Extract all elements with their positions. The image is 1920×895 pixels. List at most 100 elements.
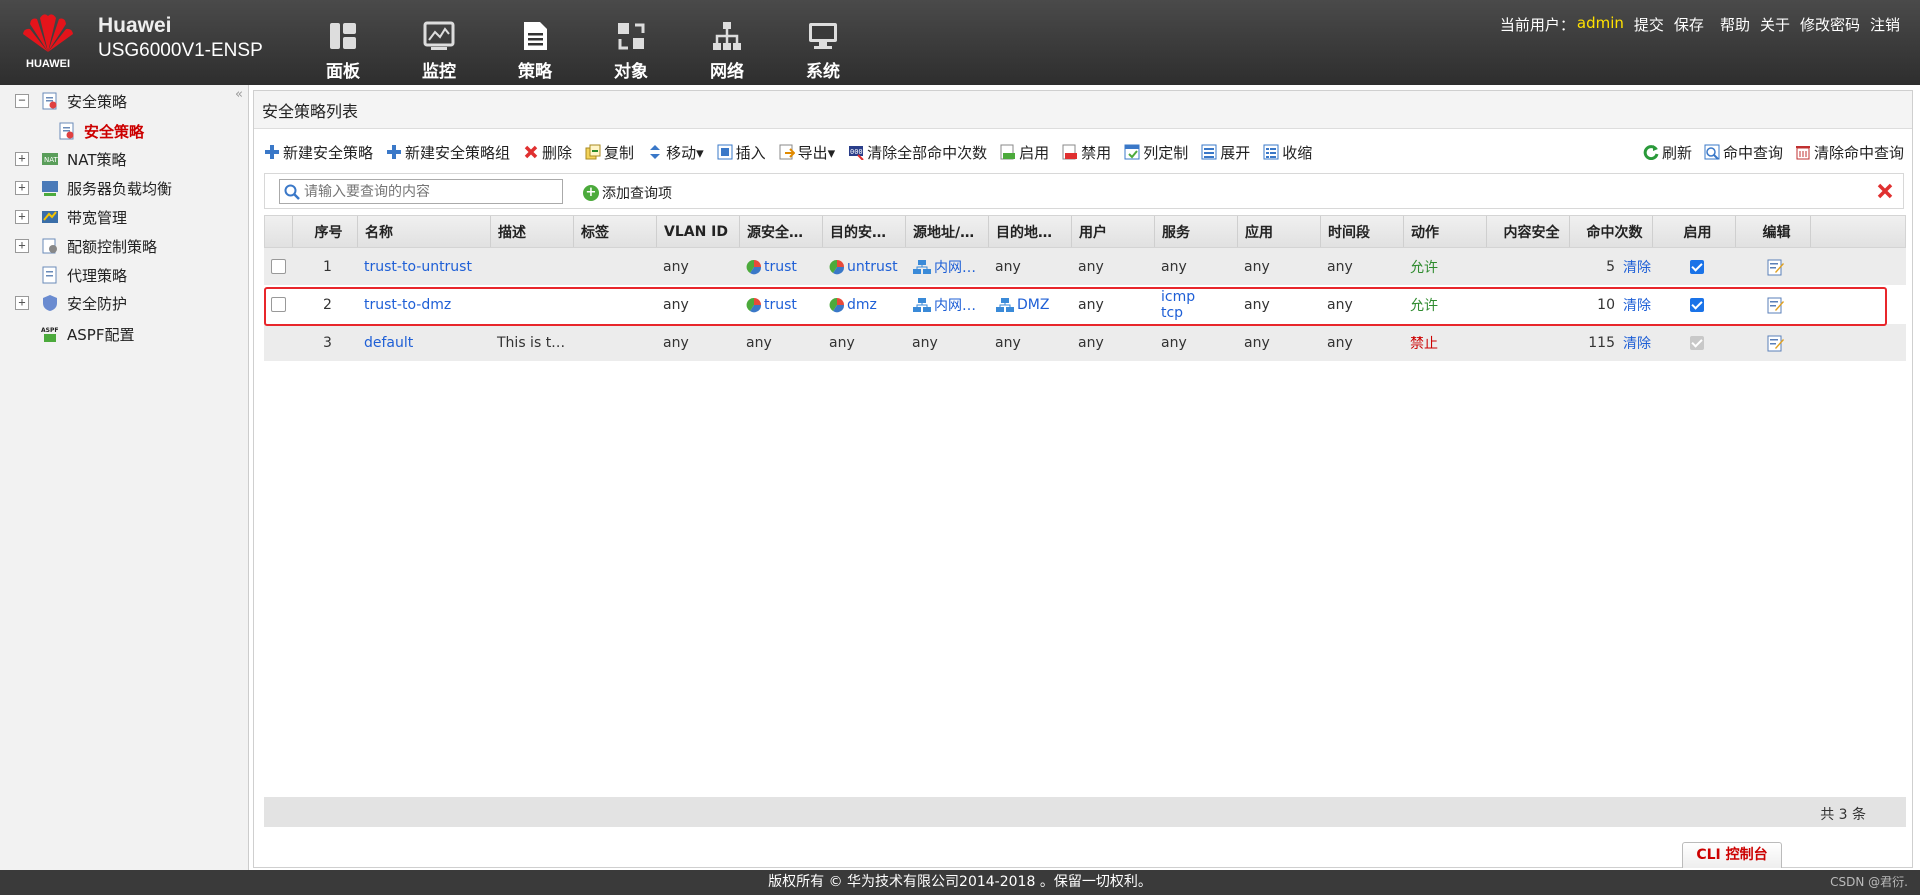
edit-icon[interactable]	[1767, 296, 1785, 314]
col-header-edit[interactable]: 编辑	[1736, 216, 1811, 247]
current-user-label: 当前用户：	[1499, 16, 1575, 34]
clear-hits-link[interactable]: 清除	[1623, 295, 1651, 315]
change-password-link[interactable]: 修改密码	[1800, 14, 1860, 35]
delete-button[interactable]: 删除	[523, 142, 572, 163]
expand-toggle-icon[interactable]: +	[15, 296, 29, 310]
collapse-button[interactable]: 收缩	[1263, 142, 1312, 163]
submit-link[interactable]: 提交	[1634, 14, 1664, 35]
nav-policy[interactable]: 策略	[487, 0, 583, 85]
table-row[interactable]: 1 trust-to-untrust any trust untrust 内网……	[264, 248, 1906, 286]
help-link[interactable]: 帮助	[1720, 14, 1750, 35]
cell-app: any	[1244, 296, 1270, 313]
enabled-checkbox[interactable]	[1689, 297, 1704, 312]
col-header-content-security[interactable]: 内容安全	[1487, 216, 1570, 247]
cell-src-zone-link[interactable]: trust	[764, 297, 797, 313]
edit-icon[interactable]	[1767, 334, 1785, 352]
enable-button[interactable]: 启用	[1000, 142, 1049, 163]
cell-app: any	[1244, 334, 1270, 351]
close-search-icon[interactable]	[1877, 183, 1893, 199]
sidebar-item-security-protection[interactable]: + 安全防护	[0, 291, 127, 315]
new-policy-group-button[interactable]: 新建安全策略组	[386, 142, 510, 163]
col-header-dst-zone[interactable]: 目的安…	[823, 216, 906, 247]
sidebar-collapse-icon[interactable]: «	[235, 87, 243, 102]
col-header-app[interactable]: 应用	[1238, 216, 1321, 247]
cell-service-link[interactable]: icmp	[1161, 289, 1195, 305]
cell-name-link[interactable]: default	[357, 324, 490, 361]
move-button[interactable]: 移动▾	[647, 142, 704, 163]
clear-all-hits-button[interactable]: 000 清除全部命中次数	[848, 142, 987, 163]
export-button[interactable]: 导出▾	[779, 142, 835, 163]
new-policy-button[interactable]: 新建安全策略	[264, 142, 373, 163]
col-header-action[interactable]: 动作	[1404, 216, 1487, 247]
col-header-enabled[interactable]: 启用	[1653, 216, 1736, 247]
col-header-vlan[interactable]: VLAN ID	[657, 216, 740, 247]
col-header-src-addr[interactable]: 源地址/…	[906, 216, 989, 247]
col-header-hits[interactable]: 命中次数	[1570, 216, 1653, 247]
cell-src-zone-link[interactable]: trust	[764, 259, 797, 275]
column-custom-button[interactable]: 列定制	[1124, 142, 1188, 163]
table-header: 序号 名称 描述 标签 VLAN ID 源安全… 目的安… 源地址/… 目的地……	[264, 215, 1906, 248]
sidebar-item-aspf[interactable]: ASPF ASPF配置	[0, 322, 134, 346]
expand-button[interactable]: 展开	[1201, 142, 1250, 163]
col-header-desc[interactable]: 描述	[491, 216, 574, 247]
cell-src-addr-link[interactable]: 内网…	[934, 257, 976, 277]
refresh-button[interactable]: 刷新	[1643, 142, 1692, 163]
copy-button[interactable]: 复制	[585, 142, 634, 163]
col-header-time[interactable]: 时间段	[1321, 216, 1404, 247]
sidebar-item-server-lb[interactable]: + 服务器负载均衡	[0, 176, 172, 200]
cell-service-link-2[interactable]: tcp	[1161, 305, 1183, 321]
clear-hit-query-button[interactable]: 清除命中查询	[1795, 142, 1904, 163]
search-input[interactable]	[304, 183, 554, 200]
nav-system[interactable]: 系统	[775, 0, 871, 85]
nav-dashboard[interactable]: 面板	[295, 0, 391, 85]
sidebar-item-security-policy[interactable]: − 安全策略	[0, 89, 127, 113]
col-header-service[interactable]: 服务	[1155, 216, 1238, 247]
col-header-dst-addr[interactable]: 目的地…	[989, 216, 1072, 247]
col-header-tag[interactable]: 标签	[574, 216, 657, 247]
cell-vlan: any	[663, 258, 689, 275]
insert-button[interactable]: 插入	[717, 142, 766, 163]
enabled-checkbox[interactable]	[1689, 259, 1704, 274]
sidebar-item-proxy-policy[interactable]: 代理策略	[0, 263, 127, 287]
cell-name-link[interactable]: trust-to-dmz	[357, 286, 490, 323]
expand-toggle-icon[interactable]: +	[15, 210, 29, 224]
col-header-no[interactable]: 序号	[293, 216, 358, 247]
edit-icon[interactable]	[1767, 258, 1785, 276]
sidebar-item-nat-policy[interactable]: + NAT NAT策略	[0, 147, 126, 171]
nav-network[interactable]: 网络	[679, 0, 775, 85]
nav-monitor[interactable]: 监控	[391, 0, 487, 85]
cell-src-addr-link[interactable]: 内网…	[934, 295, 976, 315]
collapse-toggle-icon[interactable]: −	[15, 94, 29, 108]
table-row[interactable]: 3 default This is t… any any any any any…	[264, 324, 1906, 362]
save-link[interactable]: 保存	[1674, 14, 1704, 35]
col-header-user[interactable]: 用户	[1072, 216, 1155, 247]
logout-link[interactable]: 注销	[1870, 14, 1900, 35]
cli-console-button[interactable]: CLI 控制台	[1682, 842, 1782, 868]
disable-icon	[1062, 144, 1078, 160]
cell-dst-zone-link[interactable]: dmz	[847, 297, 877, 313]
hit-query-button[interactable]: 命中查询	[1704, 142, 1783, 163]
sidebar-item-security-policy-sub[interactable]: 安全策略	[46, 119, 144, 143]
row-checkbox[interactable]	[271, 259, 286, 274]
sidebar-item-bandwidth[interactable]: + 带宽管理	[0, 205, 127, 229]
cell-vlan: any	[663, 296, 689, 313]
col-header-name[interactable]: 名称	[358, 216, 491, 247]
add-filter-button[interactable]: + 添加查询项	[583, 183, 672, 203]
expand-toggle-icon[interactable]: +	[15, 152, 29, 166]
disable-button[interactable]: 禁用	[1062, 142, 1111, 163]
expand-toggle-icon[interactable]: +	[15, 181, 29, 195]
expand-toggle-icon[interactable]: +	[15, 239, 29, 253]
table-row[interactable]: 2 trust-to-dmz any trust dmz 内网… DMZ any	[264, 286, 1906, 324]
nav-object[interactable]: 对象	[583, 0, 679, 85]
sidebar-item-quota-control[interactable]: + 配额控制策略	[0, 234, 157, 258]
cell-dst-zone-link[interactable]: untrust	[847, 259, 898, 275]
about-link[interactable]: 关于	[1760, 14, 1790, 35]
cell-name-link[interactable]: trust-to-untrust	[357, 248, 490, 285]
export-icon	[779, 144, 795, 160]
cell-dst-addr-link[interactable]: DMZ	[1017, 297, 1049, 313]
clear-hits-link[interactable]: 清除	[1623, 333, 1651, 353]
clear-hits-link[interactable]: 清除	[1623, 257, 1651, 277]
search-box[interactable]	[279, 179, 563, 204]
col-header-src-zone[interactable]: 源安全…	[740, 216, 823, 247]
row-checkbox[interactable]	[271, 297, 286, 312]
